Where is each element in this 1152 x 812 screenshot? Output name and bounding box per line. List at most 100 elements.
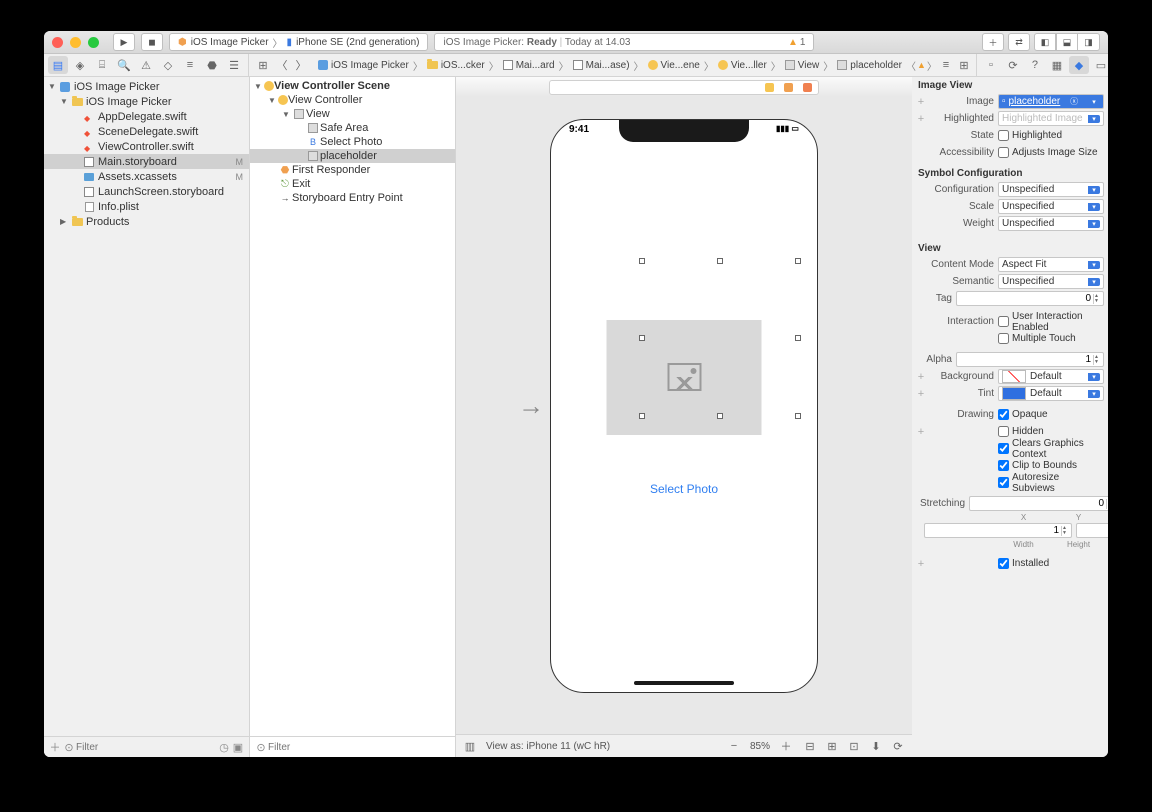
nav-launchscreen[interactable]: LaunchScreen.storyboard — [44, 184, 249, 199]
image-field[interactable]: ▫placeholderⓧ▾ — [998, 94, 1104, 109]
nav-assets[interactable]: Assets.xcassetsM — [44, 169, 249, 184]
library-button[interactable]: ＋ — [982, 33, 1004, 51]
attributes-inspector-tab[interactable]: ◆ — [1069, 56, 1089, 74]
nav-viewcontroller[interactable]: ViewController.swift — [44, 139, 249, 154]
config-field[interactable]: Unspecified▾ — [998, 182, 1104, 197]
stretch-x-field[interactable]: ▲▼ — [969, 496, 1108, 511]
toggle-debug-button[interactable]: ⬓ — [1056, 33, 1078, 51]
highlighted-image-field[interactable]: Highlighted Image▾ — [998, 111, 1104, 126]
update-frames-button[interactable]: ⟳ — [890, 738, 906, 754]
select-photo-button[interactable]: Select Photo — [551, 482, 817, 496]
outline-placeholder[interactable]: placeholder — [250, 149, 455, 163]
embed-button[interactable]: ⬇ — [868, 738, 884, 754]
nav-appdelegate[interactable]: AppDelegate.swift — [44, 109, 249, 124]
scm-filter-button[interactable]: ▣ — [231, 740, 245, 754]
selection-handle[interactable] — [795, 258, 801, 264]
nav-infoplist[interactable]: Info.plist — [44, 199, 249, 214]
selection-handle[interactable] — [795, 413, 801, 419]
add-button[interactable]: ＋ — [48, 740, 62, 754]
close-window-button[interactable] — [52, 37, 63, 48]
stop-button[interactable]: ◼ — [141, 33, 163, 51]
resolve-button[interactable]: ⊡ — [846, 738, 862, 754]
outline-first-responder[interactable]: ⬣First Responder — [250, 163, 455, 177]
selection-handle[interactable] — [717, 258, 723, 264]
navigator-filter-input[interactable] — [76, 742, 217, 753]
nav-main-storyboard[interactable]: Main.storyboardM — [44, 154, 249, 169]
back-button[interactable]: 〈 — [274, 57, 290, 73]
source-control-navigator-tab[interactable]: ◈ — [70, 56, 90, 74]
issue-navigator-tab[interactable]: ⚠ — [136, 56, 156, 74]
background-field[interactable]: Default▾ — [998, 369, 1104, 384]
history-inspector-tab[interactable]: ⟳ — [1003, 56, 1023, 74]
content-mode-field[interactable]: Aspect Fit▾ — [998, 257, 1104, 272]
tag-field[interactable]: ▲▼ — [956, 291, 1104, 306]
opaque-checkbox[interactable] — [998, 409, 1009, 420]
selection-handle[interactable] — [639, 335, 645, 341]
test-navigator-tab[interactable]: ◇ — [158, 56, 178, 74]
user-interaction-checkbox[interactable] — [998, 316, 1009, 327]
autoresize-checkbox[interactable] — [998, 477, 1009, 488]
forward-button[interactable]: 〉 — [293, 57, 309, 73]
stretch-h-field[interactable]: ▲▼ — [1076, 523, 1108, 538]
outline-safearea[interactable]: Safe Area — [250, 121, 455, 135]
align-button[interactable]: ⊟ — [802, 738, 818, 754]
clip-checkbox[interactable] — [998, 460, 1009, 471]
toggle-inspector-button[interactable]: ◨ — [1078, 33, 1100, 51]
add-row-button[interactable]: + — [916, 426, 926, 438]
selection-handle[interactable] — [795, 335, 801, 341]
outline-vc[interactable]: ▼View Controller — [250, 93, 455, 107]
selection-handle[interactable] — [717, 413, 723, 419]
outline-filter-input[interactable] — [268, 742, 451, 753]
nav-scenedelegate[interactable]: SceneDelegate.swift — [44, 124, 249, 139]
installed-checkbox[interactable] — [998, 558, 1009, 569]
code-review-button[interactable]: ⇄ — [1008, 33, 1030, 51]
add-row-button[interactable]: + — [916, 96, 926, 108]
recent-filter-button[interactable]: ◷ — [217, 740, 231, 754]
add-row-button[interactable]: + — [916, 558, 926, 570]
help-inspector-tab[interactable]: ? — [1025, 56, 1045, 74]
outline-view[interactable]: ▼View — [250, 107, 455, 121]
add-row-button[interactable]: + — [916, 371, 926, 383]
debug-navigator-tab[interactable]: ≡ — [180, 56, 200, 74]
nav-products[interactable]: ▶Products — [44, 214, 249, 229]
outline-entry[interactable]: →Storyboard Entry Point — [250, 191, 455, 205]
run-button[interactable]: ▶ — [113, 33, 135, 51]
pin-button[interactable]: ⊞ — [824, 738, 840, 754]
toggle-navigator-button[interactable]: ◧ — [1034, 33, 1056, 51]
report-navigator-tab[interactable]: ☰ — [224, 56, 244, 74]
adjust-editor-button[interactable]: ≡ — [938, 57, 954, 73]
outline-scene[interactable]: ▼View Controller Scene — [250, 79, 455, 93]
view-as-label[interactable]: View as: iPhone 11 (wC hR) — [486, 741, 610, 752]
tint-field[interactable]: Default▾ — [998, 386, 1104, 401]
zoom-level[interactable]: 85% — [750, 741, 770, 752]
hidden-checkbox[interactable] — [998, 426, 1009, 437]
nav-group[interactable]: ▼iOS Image Picker — [44, 94, 249, 109]
semantic-field[interactable]: Unspecified▾ — [998, 274, 1104, 289]
nav-project[interactable]: ▼iOS Image Picker — [44, 79, 249, 94]
size-inspector-tab[interactable]: ▭ — [1091, 56, 1108, 74]
accessibility-checkbox[interactable] — [998, 147, 1009, 158]
zoom-in-button[interactable]: ＋ — [778, 738, 794, 754]
toggle-outline-button[interactable]: ▥ — [462, 738, 478, 754]
file-inspector-tab[interactable]: ▫ — [981, 56, 1001, 74]
minimize-window-button[interactable] — [70, 37, 81, 48]
breakpoint-navigator-tab[interactable]: ⬣ — [202, 56, 222, 74]
add-editor-button[interactable]: ⊞ — [956, 57, 972, 73]
selection-handle[interactable] — [639, 258, 645, 264]
add-row-button[interactable]: + — [916, 113, 926, 125]
multitouch-checkbox[interactable] — [998, 333, 1009, 344]
zoom-out-button[interactable]: − — [726, 738, 742, 754]
stretch-w-field[interactable]: ▲▼ — [924, 523, 1072, 538]
outline-select-photo[interactable]: BSelect Photo — [250, 135, 455, 149]
outline-exit[interactable]: ⎋Exit — [250, 177, 455, 191]
activity-status[interactable]: iOS Image Picker: Ready | Today at 14.03… — [434, 33, 814, 51]
weight-field[interactable]: Unspecified▾ — [998, 216, 1104, 231]
placeholder-imageview[interactable] — [607, 320, 762, 435]
zoom-window-button[interactable] — [88, 37, 99, 48]
alpha-field[interactable]: ▲▼ — [956, 352, 1104, 367]
add-row-button[interactable]: + — [916, 388, 926, 400]
project-navigator-tab[interactable]: ▤ — [48, 56, 68, 74]
scheme-selector[interactable]: ⬢ iOS Image Picker 〉 ▮ iPhone SE (2nd ge… — [169, 33, 428, 51]
identity-inspector-tab[interactable]: ▦ — [1047, 56, 1067, 74]
storyboard-canvas[interactable]: → 9:41 ▮▮▮ ▭ Select Photo — [456, 77, 912, 757]
